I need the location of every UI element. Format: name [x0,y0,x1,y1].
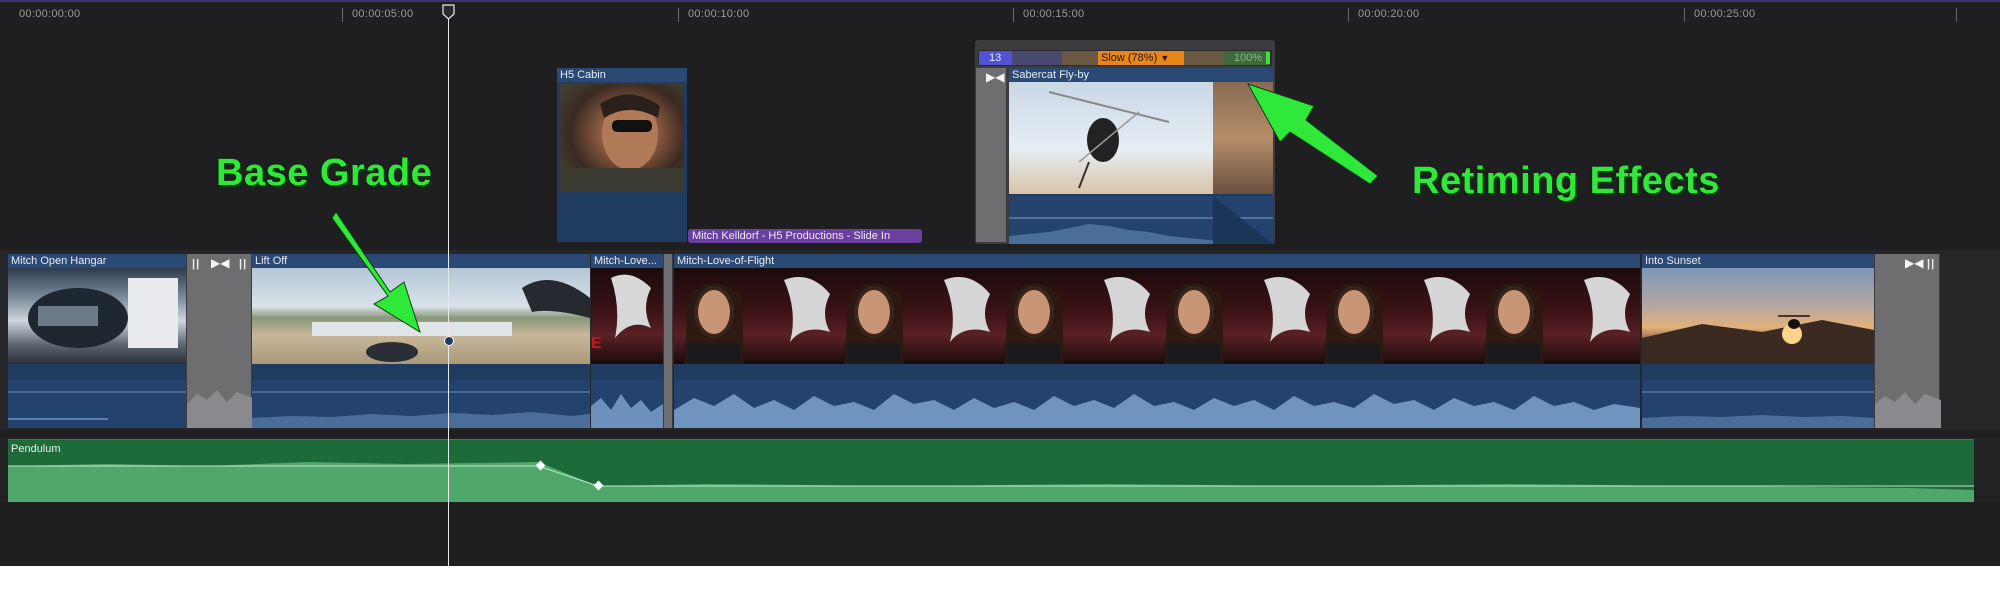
ruler-label-25s: 00:00:25:00 [1694,8,1756,20]
ruler-tick-15s [1013,8,1014,22]
clip-header [674,254,1640,268]
clip-name-label: Lift Off [255,255,288,267]
ruler-tick-5s [342,8,343,22]
clip-audio-waveform [8,380,186,428]
primary-clip-into-sunset[interactable]: Into Sunset [1642,254,1874,428]
timeline[interactable]: 00:00:00:00 00:00:05:00 00:00:10:00 00:0… [0,0,2000,566]
playhead-handle-icon[interactable] [442,4,455,20]
primary-clip-open-hangar[interactable]: Mitch Open Hangar [8,254,186,428]
sabercat-audio-waveform [1009,196,1273,244]
clip-audio-waveform [252,380,590,428]
clip-thumbnail-love-short: E [591,268,663,364]
retime-normal-value: 100% [1233,52,1262,64]
audio-clip-pendulum[interactable]: Pendulum [8,439,1974,502]
time-ruler[interactable]: 00:00:00:00 00:00:05:00 00:00:10:00 00:0… [0,2,2000,24]
annotation-arrow-retiming-icon [1246,83,1379,185]
ruler-label-20s: 00:00:20:00 [1358,8,1420,20]
waveform-art [591,394,663,428]
edit-point-handle[interactable] [663,254,673,428]
transition-2[interactable]: ▶◀ | | [1874,254,1941,428]
retime-segment-ramp-2[interactable] [1184,51,1224,65]
clip-thumbnail-into-sunset [1642,268,1874,364]
retime-segment-fast-tail[interactable] [1012,51,1062,65]
waveform-art [1642,391,1874,428]
sabercat-video[interactable]: Sabercat Fly-by [1009,68,1273,244]
retime-segment-slow[interactable]: Slow (78%) ▼ [1098,51,1184,65]
ruler-tick-end [1956,8,1957,22]
clip-name-label: Mitch Open Hangar [11,255,107,267]
interview-filmstrip-art [684,277,1630,364]
retime-handle[interactable] [1266,52,1270,64]
clip-thumbnail-h5-cabin [560,84,684,192]
transition-sabercat[interactable]: ▶◀ [975,68,1007,242]
ruler-tick-20s [1348,8,1349,22]
ruler-label-5s: 00:00:05:00 [352,8,414,20]
ruler-tick-10s [678,8,679,22]
transition-1[interactable]: | | ▶◀ | | [186,254,253,428]
annotation-base-grade: Base Grade [216,152,433,194]
transition-waveform [1875,392,1941,428]
playhead-line[interactable] [448,8,449,566]
sunset-art [1642,315,1874,364]
retime-dropdown-chevron-icon[interactable]: ▼ [1160,53,1169,63]
connected-clip-h5-cabin[interactable]: H5 Cabin [557,68,687,242]
clip-name-label: H5 Cabin [560,69,606,81]
helicopter-art [1048,91,1170,189]
svg-text:E: E [591,335,602,352]
retime-segment-normal[interactable]: 100% [1224,51,1270,65]
clip-audio-waveform [591,380,663,428]
waveform-art [674,394,1640,428]
transition-waveform [187,390,253,428]
annotation-retiming-effects: Retiming Effects [1412,160,1720,202]
ruler-label-10s: 00:00:10:00 [688,8,750,20]
ruler-label-15s: 00:00:15:00 [1023,8,1085,20]
clip-name-label: Mitch-Love-of-Flight [677,255,775,267]
hangar-art [28,278,178,348]
waveform-art [252,391,590,428]
clip-thumbnail-sabercat [1009,82,1213,194]
clip-thumbnail-love-of-flight [674,268,1640,364]
cabin-face-art [560,94,684,192]
retime-slow-label: Slow (78%) [1101,52,1158,64]
logo-art: E [591,274,651,352]
audio-waveform-art [8,462,1974,502]
clip-name-label: Sabercat Fly-by [1012,69,1090,81]
ruler-tick-25s [1684,8,1685,22]
retime-fast-value: 13 [989,52,1002,64]
retime-segment-ramp[interactable] [1062,51,1098,65]
retime-segment-fast[interactable]: 13 [979,51,1012,65]
clip-thumbnail-open-hangar [8,268,186,364]
clip-name-label: Mitch-Love... [594,255,657,267]
clip-audio-waveform [674,380,1640,428]
ruler-label-0: 00:00:00:00 [19,8,81,20]
waveform-art [1009,196,1273,244]
annotation-arrow-base-grade-icon [331,211,421,334]
clip-audio-waveform [1642,380,1874,428]
playhead-skimmer-dot [444,336,454,346]
waveform-art [8,391,186,420]
primary-clip-love-of-flight[interactable]: Mitch-Love-of-Flight [674,254,1640,428]
title-clip-slide-in[interactable]: Mitch Kelldorf - H5 Productions - Slide … [688,229,922,243]
connected-clip-sabercat[interactable]: 13 Slow (78%) ▼ 100% ▶◀ Sabercat Fly-by [975,40,1275,244]
transition-bowtie-icon: ▶◀ [986,70,1005,84]
clip-name-label: Into Sunset [1645,255,1701,267]
primary-clip-love-short[interactable]: Mitch-Love... E [591,254,663,428]
